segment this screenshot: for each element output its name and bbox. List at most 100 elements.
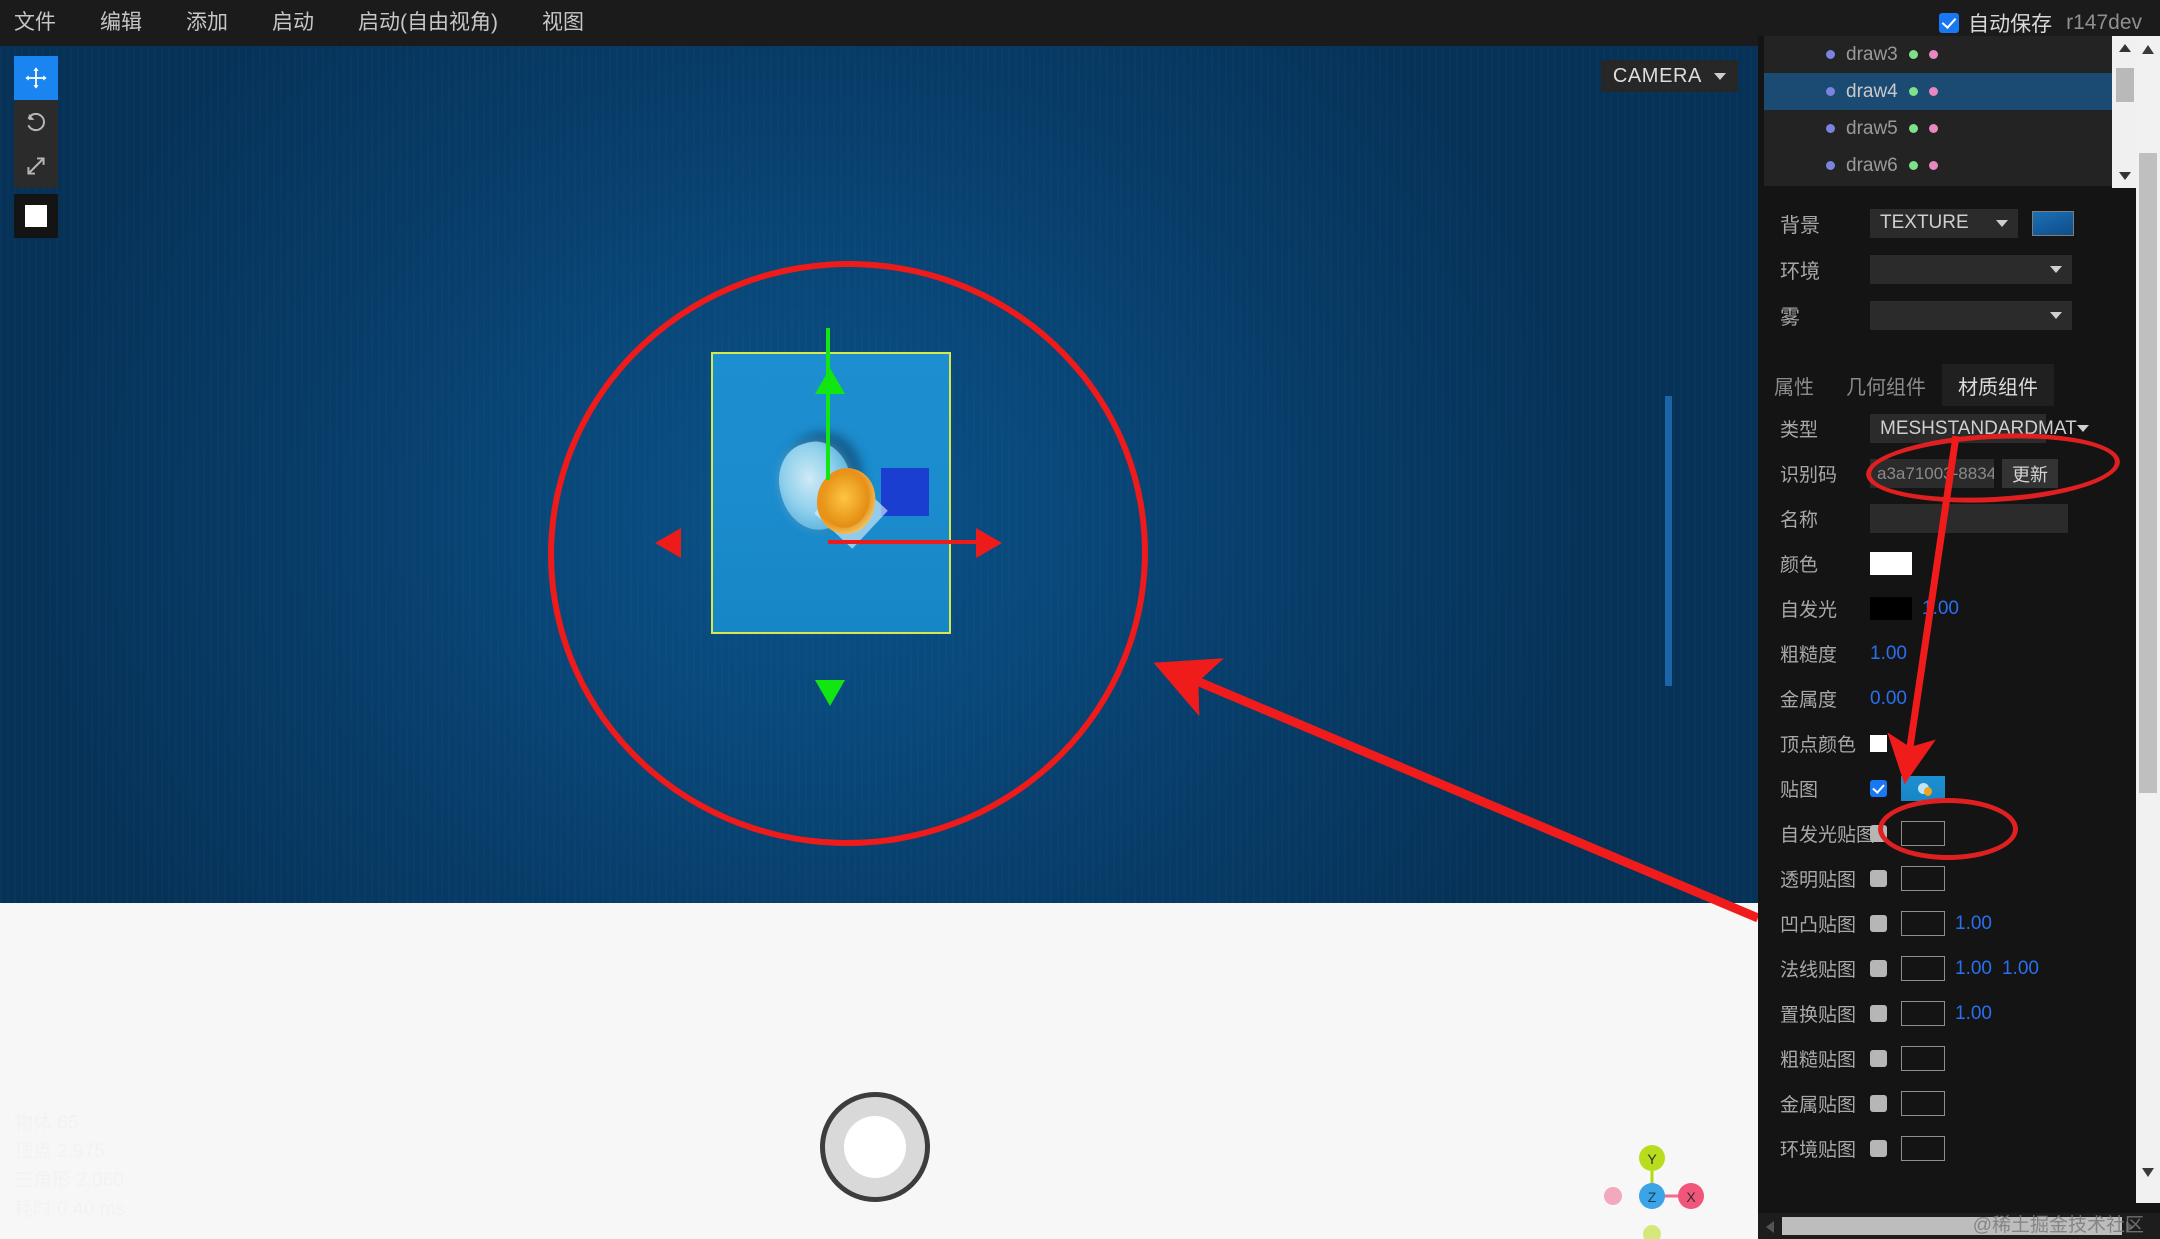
material-bump-map-checkbox[interactable] (1870, 915, 1887, 932)
material-row-displacement-map: 置换贴图 1.00 (1758, 991, 2160, 1036)
material-displacement-map-label: 置换贴图 (1780, 1005, 1857, 1026)
material-env-map-slot[interactable] (1901, 1136, 1945, 1161)
material-roughness-value[interactable]: 1.00 (1870, 643, 1907, 665)
material-row-color: 颜色 (1758, 541, 2160, 586)
material-alpha-map-slot[interactable] (1901, 866, 1945, 891)
material-type-label: 类型 (1780, 420, 1819, 441)
material-bump-scale-value[interactable]: 1.00 (1955, 913, 1992, 935)
menu-edit[interactable]: 编辑 (78, 0, 164, 46)
outliner-scrollbar-thumb[interactable] (2116, 68, 2134, 102)
chevron-down-icon (1996, 219, 2008, 227)
material-name-input[interactable] (1870, 504, 2068, 533)
material-dot-icon[interactable] (1928, 161, 1938, 170)
geometry-dot-icon[interactable] (1908, 124, 1918, 133)
tab-geometry[interactable]: 几何组件 (1830, 364, 1942, 406)
material-color-swatch[interactable] (1870, 552, 1912, 575)
autosave-checkbox-icon[interactable] (1939, 13, 1960, 33)
material-roughness-map-checkbox[interactable] (1870, 1050, 1887, 1067)
scroll-down-icon[interactable] (2142, 1168, 2154, 1177)
menu-add[interactable]: 添加 (164, 0, 250, 46)
gizmo-arrow-x-left-icon[interactable] (655, 528, 681, 558)
joystick-knob[interactable] (844, 1116, 906, 1178)
tool-color-swatch[interactable] (14, 194, 58, 238)
autosave-toggle[interactable]: 自动保存 (1939, 8, 2052, 38)
outliner-row-draw4[interactable]: draw4 (1764, 73, 2120, 110)
material-panel: 类型 MESHSTANDARDMAT 识别码 a3a71003-8834-4( … (1758, 406, 2160, 1171)
scene-environment-select[interactable] (1870, 254, 2072, 284)
material-map-checkbox[interactable] (1870, 780, 1887, 797)
selected-object-plane[interactable] (711, 352, 951, 634)
geometry-dot-icon[interactable] (1908, 87, 1918, 96)
material-normal-scale-y-value[interactable]: 1.00 (2002, 958, 2039, 980)
scroll-left-icon[interactable] (1766, 1221, 1774, 1233)
material-displacement-map-checkbox[interactable] (1870, 1005, 1887, 1022)
scroll-up-icon[interactable] (2119, 44, 2131, 52)
scene-object-sliver (1665, 396, 1672, 686)
material-row-name: 名称 (1758, 496, 2160, 541)
material-alpha-map-label: 透明贴图 (1780, 870, 1857, 891)
material-alpha-map-checkbox[interactable] (1870, 870, 1887, 887)
material-displacement-map-slot[interactable] (1901, 1001, 1945, 1026)
outliner-scrollbar[interactable] (2112, 36, 2138, 188)
material-displacement-scale-value[interactable]: 1.00 (1955, 1003, 1992, 1025)
stat-frametime: 耗时 0.40 ms (14, 1199, 125, 1221)
material-env-map-checkbox[interactable] (1870, 1140, 1887, 1157)
chevron-down-icon (2076, 425, 2089, 432)
gizmo-arrow-y-down-icon[interactable] (815, 680, 845, 706)
material-row-metalness: 金属度 0.00 (1758, 676, 2160, 721)
scene-background-select[interactable]: TEXTURE (1870, 208, 2018, 238)
background-texture-thumbnail[interactable] (2032, 210, 2074, 236)
scroll-up-icon[interactable] (2142, 45, 2154, 54)
menu-play[interactable]: 启动 (250, 0, 336, 46)
geometry-dot-icon[interactable] (1908, 50, 1918, 59)
scroll-down-icon[interactable] (2119, 172, 2131, 180)
tool-translate-button[interactable] (14, 56, 58, 100)
material-metalness-map-checkbox[interactable] (1870, 1095, 1887, 1112)
tab-properties[interactable]: 属性 (1758, 364, 1830, 406)
svg-text:X: X (1686, 1189, 1696, 1205)
tool-scale-button[interactable] (14, 144, 58, 188)
panel-scrollbar[interactable] (2136, 36, 2160, 1203)
material-emissive-swatch[interactable] (1870, 597, 1912, 620)
material-metalness-map-slot[interactable] (1901, 1091, 1945, 1116)
chevron-down-icon (2050, 311, 2062, 319)
material-roughness-map-slot[interactable] (1901, 1046, 1945, 1071)
menu-file[interactable]: 文件 (0, 0, 78, 46)
gizmo-axis-x[interactable] (828, 540, 982, 544)
tab-material[interactable]: 材质组件 (1942, 364, 2054, 406)
geometry-dot-icon[interactable] (1908, 161, 1918, 170)
virtual-joystick[interactable] (820, 1092, 930, 1202)
material-normal-map-checkbox[interactable] (1870, 960, 1887, 977)
scene-row-fog: 雾 (1758, 292, 2160, 338)
material-normal-map-slot[interactable] (1901, 956, 1945, 981)
tool-rotate-button[interactable] (14, 100, 58, 144)
panel-scrollbar-thumb[interactable] (2139, 153, 2157, 793)
gizmo-arrow-x-right-icon[interactable] (976, 528, 1002, 558)
gizmo-arrow-y-up-icon[interactable] (815, 368, 845, 394)
material-bump-map-slot[interactable] (1901, 911, 1945, 936)
axis-helper-lines: Y X Z (1604, 1145, 1704, 1239)
outliner-list[interactable]: draw3 draw4 draw5 draw6 (1764, 36, 2120, 186)
material-metalness-value[interactable]: 0.00 (1870, 688, 1907, 710)
material-dot-icon[interactable] (1928, 50, 1938, 59)
gizmo-axis-y[interactable] (826, 328, 830, 480)
material-emissive-value[interactable]: 1.00 (1922, 598, 1959, 620)
material-normal-scale-x-value[interactable]: 1.00 (1955, 958, 1992, 980)
outliner-row-draw5[interactable]: draw5 (1764, 110, 2120, 147)
material-row-bump-map: 凹凸贴图 1.00 (1758, 901, 2160, 946)
axis-helper[interactable]: Y X Z (1595, 1124, 1710, 1239)
outliner-row-draw3[interactable]: draw3 (1764, 36, 2120, 73)
menu-view[interactable]: 视图 (520, 0, 606, 46)
material-row-metalness-map: 金属贴图 (1758, 1081, 2160, 1126)
scene-fog-label: 雾 (1780, 306, 1800, 329)
menu-play-free-view[interactable]: 启动(自由视角) (336, 0, 520, 46)
svg-text:Z: Z (1648, 1189, 1657, 1205)
material-dot-icon[interactable] (1928, 87, 1938, 96)
scene-fog-select[interactable] (1870, 300, 2072, 330)
viewport-3d[interactable]: CAMERA 物体 65 顶点 2,975 三角形 2,060 耗时 0.40 … (0, 46, 1758, 1239)
material-emissive-controls: 1.00 (1870, 597, 1959, 620)
camera-dropdown[interactable]: CAMERA (1600, 60, 1738, 92)
material-dot-icon[interactable] (1928, 124, 1938, 133)
outliner-row-draw6[interactable]: draw6 (1764, 147, 2120, 184)
material-vertex-colors-checkbox[interactable] (1870, 735, 1887, 752)
